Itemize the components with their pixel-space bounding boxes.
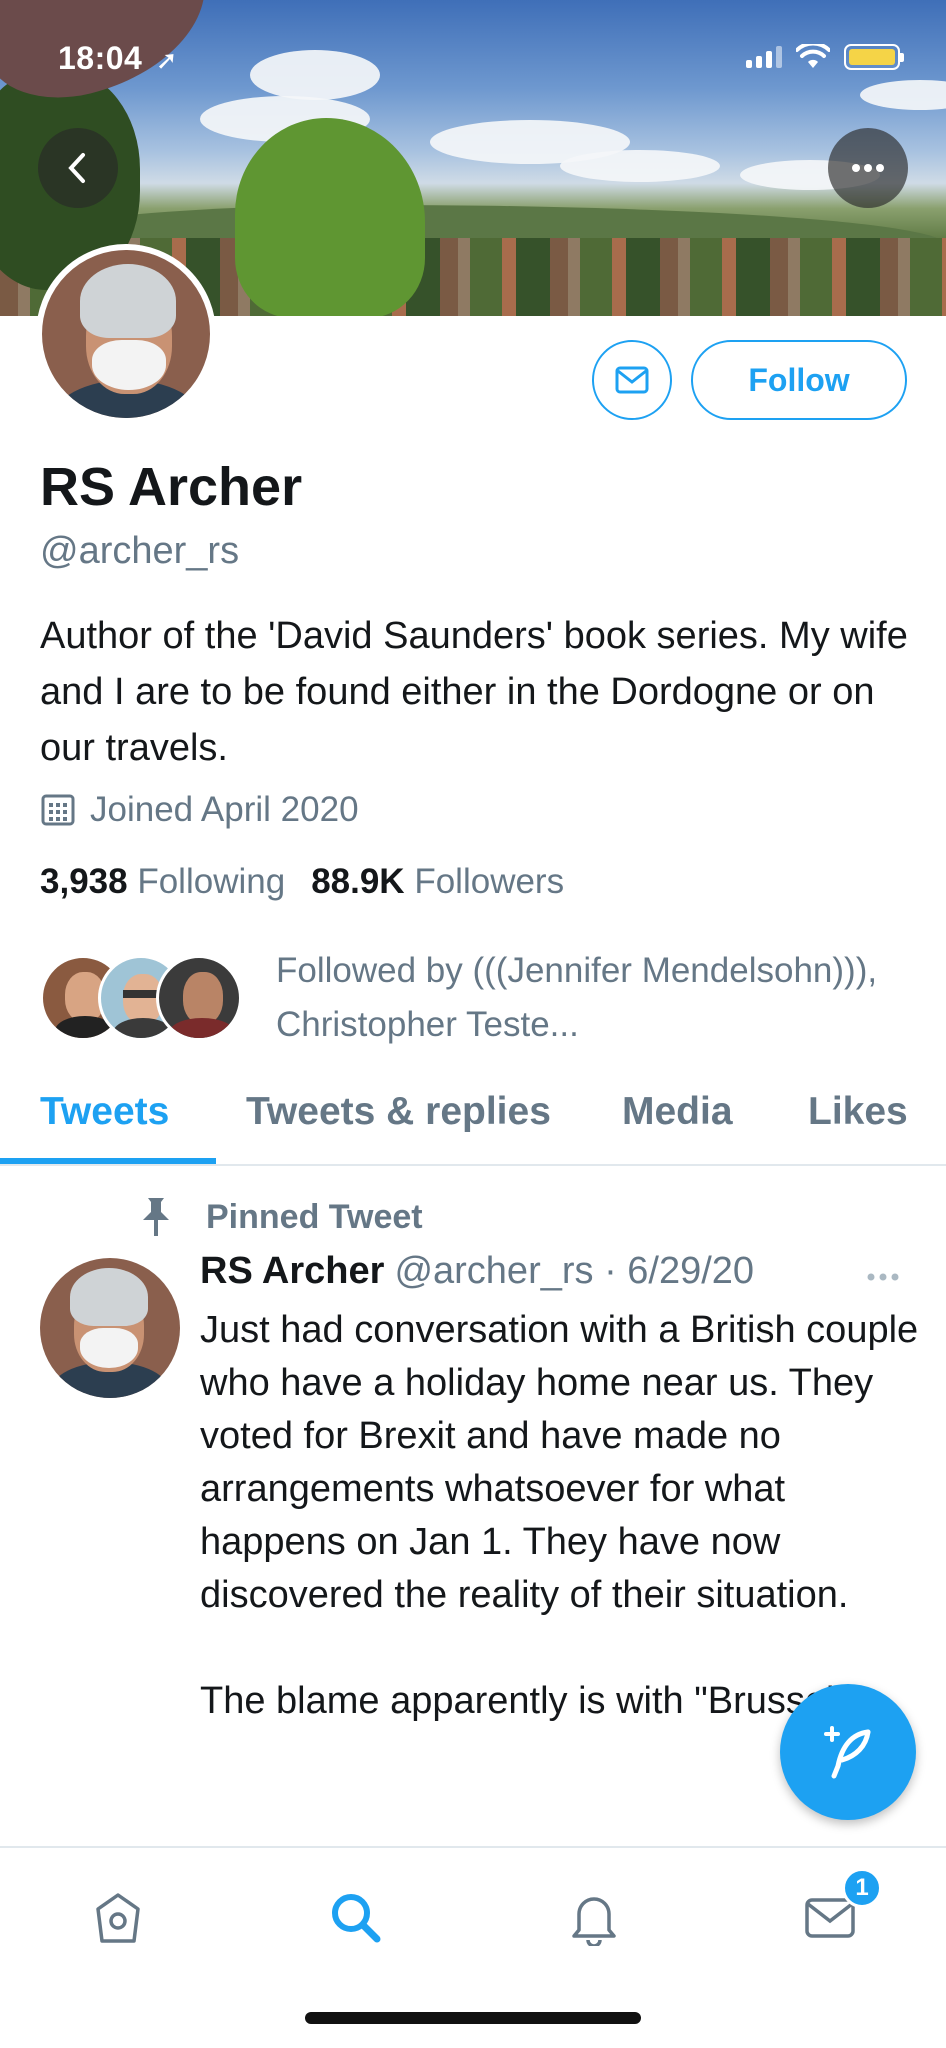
tab-likes[interactable]: Likes [808,1090,908,1134]
tweet-meta: @archer_rs · 6/29/20 [394,1250,755,1292]
followers-link[interactable]: 88.9K Followers [311,862,564,902]
followed-by-text: Followed by (((Jennifer Mendelsohn))), C… [276,951,878,1044]
calendar-icon [41,794,75,826]
battery-icon [844,44,904,70]
status-indicators [746,44,904,70]
ellipsis-icon [852,164,884,172]
back-button[interactable] [38,128,118,208]
compose-tweet-button[interactable] [780,1684,916,1820]
tab-tweets[interactable]: Tweets [40,1090,169,1134]
pinned-tweet-label: Pinned Tweet [206,1197,423,1236]
active-tab-indicator [0,1158,216,1164]
message-button[interactable] [592,340,672,420]
following-count: 3,938 [40,862,128,901]
pinned-label: Pinned Tweet [136,1196,423,1238]
profile-avatar[interactable] [36,244,216,424]
wifi-icon [796,44,830,68]
tweet-author-name[interactable]: RS Archer [200,1250,384,1293]
chevron-left-icon [68,153,85,183]
profile-tabs: Tweets Tweets & replies Media Likes [0,1076,946,1166]
profile-bio: Author of the 'David Saunders' book seri… [40,615,908,769]
followers-label: Followers [414,862,565,901]
tab-tweets-replies[interactable]: Tweets & replies [246,1090,551,1134]
profile-handle: @archer_rs [40,530,240,572]
compose-feather-icon [824,1726,871,1779]
messages-badge: 1 [842,1868,882,1908]
tab-media[interactable]: Media [622,1090,733,1134]
joined-date: Joined April 2020 [40,790,359,830]
tweet-header: RS Archer @archer_rs · 6/29/20 [200,1250,754,1293]
pin-icon [143,1198,169,1236]
home-icon [96,1893,140,1943]
search-tab-button[interactable] [326,1888,386,1948]
more-options-button[interactable] [828,128,908,208]
tweet-text: Just had conversation with a British cou… [200,1309,919,1722]
tweet-more-button[interactable] [866,1252,900,1291]
envelope-icon [615,366,649,394]
home-indicator [305,2012,641,2024]
follow-stats: 3,938 Following 88.9K Followers [40,862,564,902]
status-time: 18:04 ➚ [58,40,179,76]
followed-by[interactable]: Followed by (((Jennifer Mendelsohn))), C… [40,944,896,1052]
joined-text: Joined April 2020 [90,790,359,829]
cellular-signal-icon [746,46,782,68]
following-label: Following [137,862,286,901]
location-arrow-icon: ➚ [155,45,179,75]
tweet-author-avatar[interactable] [40,1258,180,1398]
follower-avatar [156,955,242,1041]
search-icon [332,1894,381,1943]
following-link[interactable]: 3,938 Following [40,862,285,902]
bell-icon [572,1897,616,1946]
home-tab-button[interactable] [88,1888,148,1948]
notifications-tab-button[interactable] [564,1888,624,1948]
followers-count: 88.9K [311,862,405,901]
ellipsis-icon [867,1273,899,1281]
profile-name: RS Archer [40,457,303,517]
follow-button[interactable]: Follow [691,340,907,420]
